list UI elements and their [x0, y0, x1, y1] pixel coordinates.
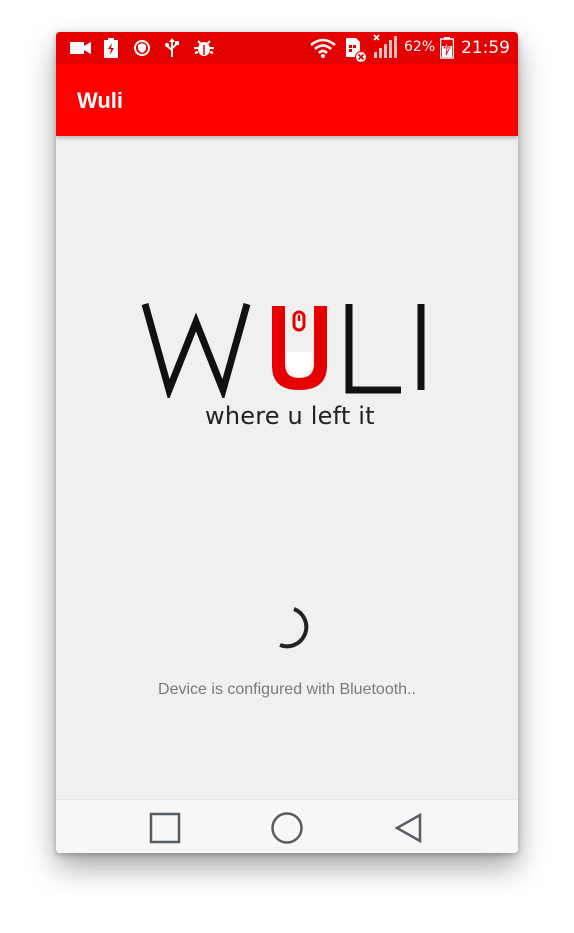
logo-tagline: where u left it [205, 402, 375, 430]
recents-button[interactable] [147, 810, 183, 846]
square-icon [149, 812, 181, 844]
video-camera-icon [70, 38, 92, 58]
loading-message: Device is configured with Bluetooth.. [158, 681, 416, 698]
clock: 21:59 [461, 38, 510, 58]
battery-charging-icon [104, 38, 118, 58]
back-triangle-icon [394, 812, 422, 844]
navigation-bar [56, 799, 518, 853]
android-debug-icon [194, 38, 214, 58]
wifi-icon [309, 38, 337, 58]
battery-percent-label: 62% [404, 39, 436, 55]
signal-icon [372, 34, 400, 58]
circle-icon [271, 812, 303, 844]
shield-icon [134, 38, 150, 58]
battery-icon [439, 37, 455, 59]
app-title: Wuli [77, 88, 124, 113]
sim-error-icon [344, 37, 368, 63]
back-button[interactable] [390, 810, 426, 846]
status-bar: 62% 21:59 [56, 32, 518, 64]
wuli-logo [141, 294, 431, 403]
home-button[interactable] [269, 810, 305, 846]
usb-icon [164, 38, 180, 58]
app-bar: Wuli [56, 64, 518, 136]
loading-spinner [266, 601, 318, 658]
phone-screen: 62% 21:59 Wuli where u left it Device is… [56, 32, 518, 853]
